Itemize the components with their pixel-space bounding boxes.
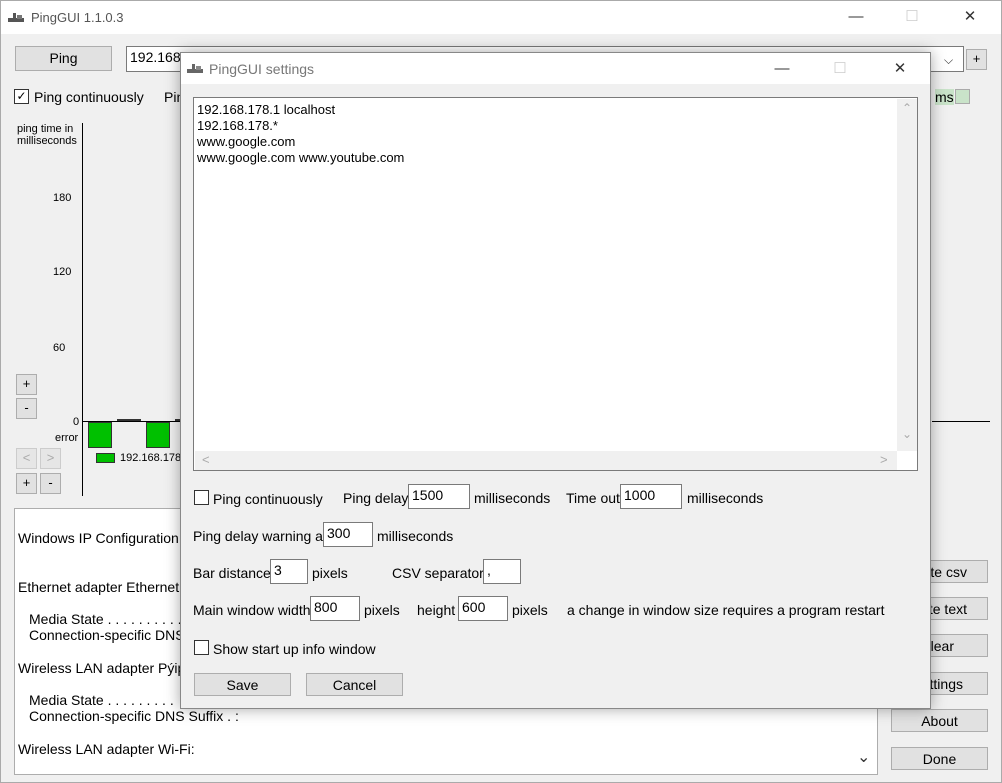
minimize-button[interactable]: —	[833, 1, 879, 34]
width-minus-button[interactable]: -	[40, 473, 61, 494]
tick-120: 120	[53, 266, 72, 278]
tick-180: 180	[53, 192, 72, 204]
dialog-ping-continuously-checkbox[interactable]	[194, 490, 209, 505]
window-height-input[interactable]: 600	[458, 596, 508, 621]
chart-y-axis	[82, 123, 83, 496]
timeout-unit: milliseconds	[687, 490, 764, 506]
save-button[interactable]: Save	[194, 673, 291, 696]
width-plus-button[interactable]: +	[16, 473, 37, 494]
tick-60: 60	[53, 342, 66, 354]
dialog-app-icon	[186, 61, 204, 75]
timeout-input[interactable]: 1000	[620, 484, 682, 509]
host-line: 192.168.178.*	[197, 118, 278, 133]
bar-distance-input[interactable]: 3	[270, 559, 308, 584]
app-icon	[7, 10, 25, 24]
window-height-unit: pixels	[512, 602, 548, 618]
csv-separator-label: CSV separator	[392, 565, 484, 581]
scroll-left-button[interactable]: <	[16, 448, 37, 469]
error-bar	[146, 422, 170, 448]
ping-delay-input[interactable]: 1500	[408, 484, 470, 509]
csv-separator-input[interactable]: ,	[483, 559, 521, 584]
dialog-maximize-button[interactable]: ☐	[817, 53, 863, 84]
output-line: Media State . . . . . . . . . .	[29, 611, 182, 627]
main-titlebar: PingGUI 1.1.0.3 — ☐ ✕	[1, 1, 1001, 34]
scroll-down-icon[interactable]: ⌄	[902, 427, 912, 441]
series-legend-label: 192.168.178	[120, 452, 182, 464]
dialog-title: PingGUI settings	[209, 61, 315, 77]
scroll-right-button[interactable]: >	[40, 448, 61, 469]
close-button[interactable]: ✕	[947, 1, 993, 34]
legend-ms-label: ms	[935, 89, 954, 105]
zero-bar	[117, 419, 141, 421]
legend-color-swatch	[955, 89, 970, 104]
dialog-ping-continuously-label: Ping continuously	[213, 491, 323, 507]
scroll-up-icon[interactable]: ⌃	[902, 101, 912, 115]
host-line: 192.168.178.1 localhost	[197, 102, 336, 117]
dialog-close-button[interactable]: ✕	[877, 53, 923, 84]
warning-unit: milliseconds	[377, 528, 454, 544]
about-button[interactable]: About	[891, 709, 988, 732]
chart-ylabel: ping time in milliseconds	[17, 123, 77, 147]
error-bar	[88, 422, 112, 448]
host-line: www.google.com	[197, 134, 296, 149]
ping-button[interactable]: Ping	[15, 46, 112, 71]
ping-delay-label: Ping delay	[343, 490, 409, 506]
dialog-titlebar: PingGUI settings — ☐ ✕	[181, 53, 930, 84]
warning-input[interactable]: 300	[323, 522, 373, 547]
chart-baseline-right	[932, 421, 990, 422]
timeout-label: Time out	[566, 490, 620, 506]
scroll-down-icon[interactable]: ⌄	[857, 747, 870, 767]
host-value: 192.168	[130, 49, 181, 65]
horizontal-scrollbar[interactable]: < >	[195, 451, 897, 470]
combobox-arrow-icon[interactable]: ⌵	[944, 53, 953, 68]
tick-0: 0	[73, 416, 80, 428]
host-line: www.google.com www.youtube.com	[197, 150, 405, 165]
window-height-label: height	[417, 602, 456, 618]
maximize-button[interactable]: ☐	[889, 1, 935, 34]
settings-dialog: PingGUI settings — ☐ ✕ 192.168.178.1 loc…	[180, 52, 931, 709]
ping-delay-unit: milliseconds	[474, 490, 551, 506]
output-line: Connection-specific DNS Suffix . :	[29, 708, 239, 724]
cancel-button[interactable]: Cancel	[306, 673, 403, 696]
startup-info-checkbox[interactable]	[194, 640, 209, 655]
add-host-button[interactable]: +	[966, 49, 987, 70]
scroll-left-icon[interactable]: <	[202, 452, 210, 467]
bar-distance-label: Bar distance	[193, 565, 271, 581]
startup-info-label: Show start up info window	[213, 641, 376, 657]
ping-continuously-checkbox[interactable]: ✓	[14, 89, 29, 104]
window-width-unit: pixels	[364, 602, 400, 618]
hosts-textarea[interactable]: 192.168.178.1 localhost 192.168.178.* ww…	[193, 97, 918, 471]
bar-distance-unit: pixels	[312, 565, 348, 581]
output-line: Windows IP Configuration	[18, 530, 179, 546]
dialog-minimize-button[interactable]: —	[759, 53, 805, 84]
window-width-label: Main window width	[193, 602, 311, 618]
window-width-input[interactable]: 800	[310, 596, 360, 621]
zoom-in-button[interactable]: +	[16, 374, 37, 395]
output-line: Connection-specific DNS	[29, 627, 185, 643]
window-title: PingGUI 1.1.0.3	[31, 10, 124, 25]
scroll-right-icon[interactable]: >	[880, 452, 888, 467]
error-label: error	[55, 432, 79, 444]
vertical-scrollbar[interactable]: ⌃ ⌄	[897, 99, 917, 451]
output-line: Ethernet adapter Ethernet:	[18, 579, 183, 595]
series-legend-swatch	[96, 453, 115, 463]
output-line: Wireless LAN adapter Wi-Fi:	[18, 741, 195, 757]
done-button[interactable]: Done	[891, 747, 988, 770]
zoom-out-button[interactable]: -	[16, 398, 37, 419]
output-line: Wireless LAN adapter Pýipo	[18, 660, 194, 676]
ping-continuously-label: Ping continuously	[34, 89, 144, 105]
output-line: Media State . . . . . . . . .	[29, 692, 174, 708]
warning-label: Ping delay warning at	[193, 528, 327, 544]
restart-note: a change in window size requires a progr…	[567, 602, 885, 618]
